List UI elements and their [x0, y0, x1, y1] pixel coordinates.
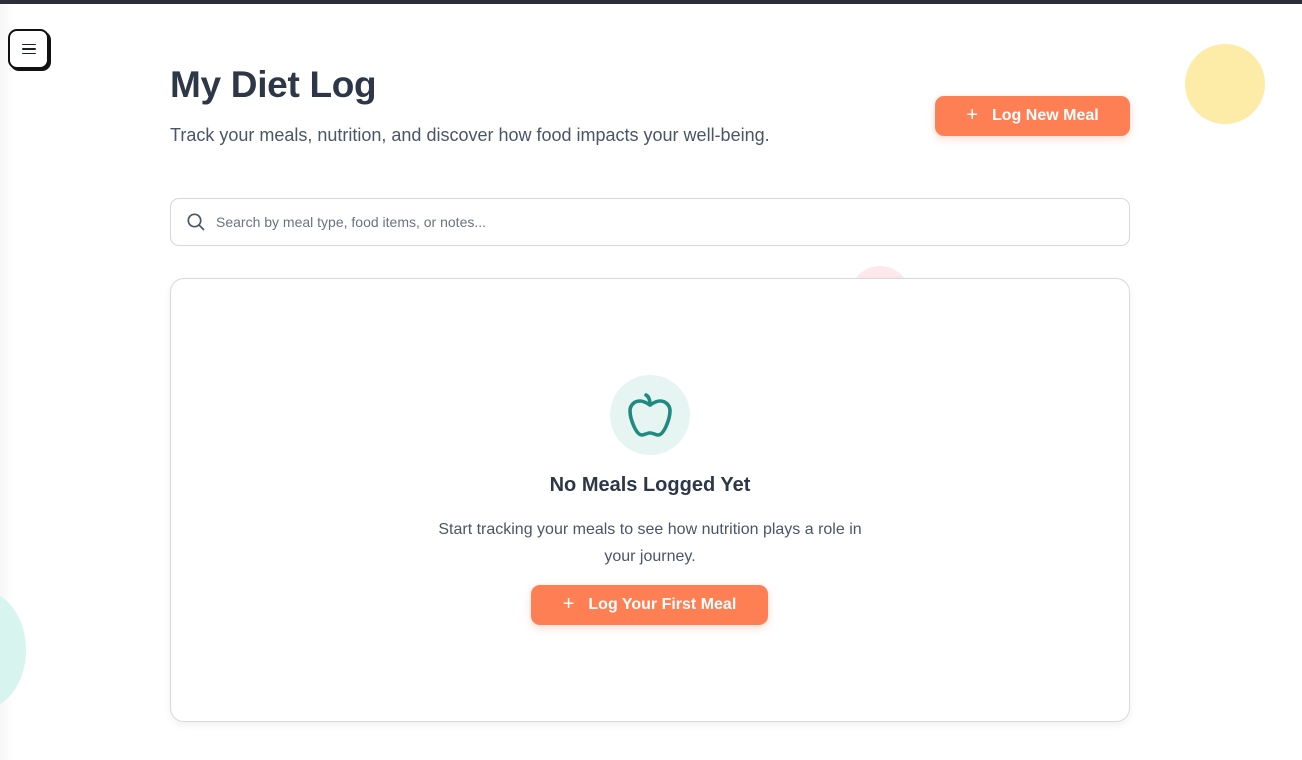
apple-icon: [628, 393, 672, 437]
log-new-meal-button[interactable]: + Log New Meal: [935, 96, 1130, 136]
empty-state-title: No Meals Logged Yet: [549, 474, 751, 496]
empty-state-card: No Meals Logged Yet Start tracking your …: [170, 278, 1130, 722]
plus-icon: +: [966, 104, 978, 126]
decorative-mint-circle: [0, 590, 26, 710]
hamburger-menu-icon: [21, 43, 36, 55]
empty-state-message: Start tracking your meals to see how nut…: [438, 521, 862, 565]
decorative-yellow-circle: [1185, 44, 1265, 124]
log-first-meal-button[interactable]: + Log Your First Meal: [531, 585, 768, 625]
page-title: My Diet Log: [170, 64, 377, 105]
plus-icon: +: [562, 593, 575, 615]
top-bar: [0, 0, 1302, 4]
log-first-meal-label: Log Your First Meal: [588, 596, 737, 613]
search-bar: [170, 198, 1130, 246]
log-new-meal-label: Log New Meal: [992, 107, 1099, 124]
search-icon: [186, 212, 206, 232]
page-subtitle: Track your meals, nutrition, and discove…: [170, 125, 770, 145]
apple-icon-badge: [610, 375, 690, 455]
menu-toggle-button[interactable]: [8, 29, 49, 69]
search-input[interactable]: [216, 214, 1129, 230]
